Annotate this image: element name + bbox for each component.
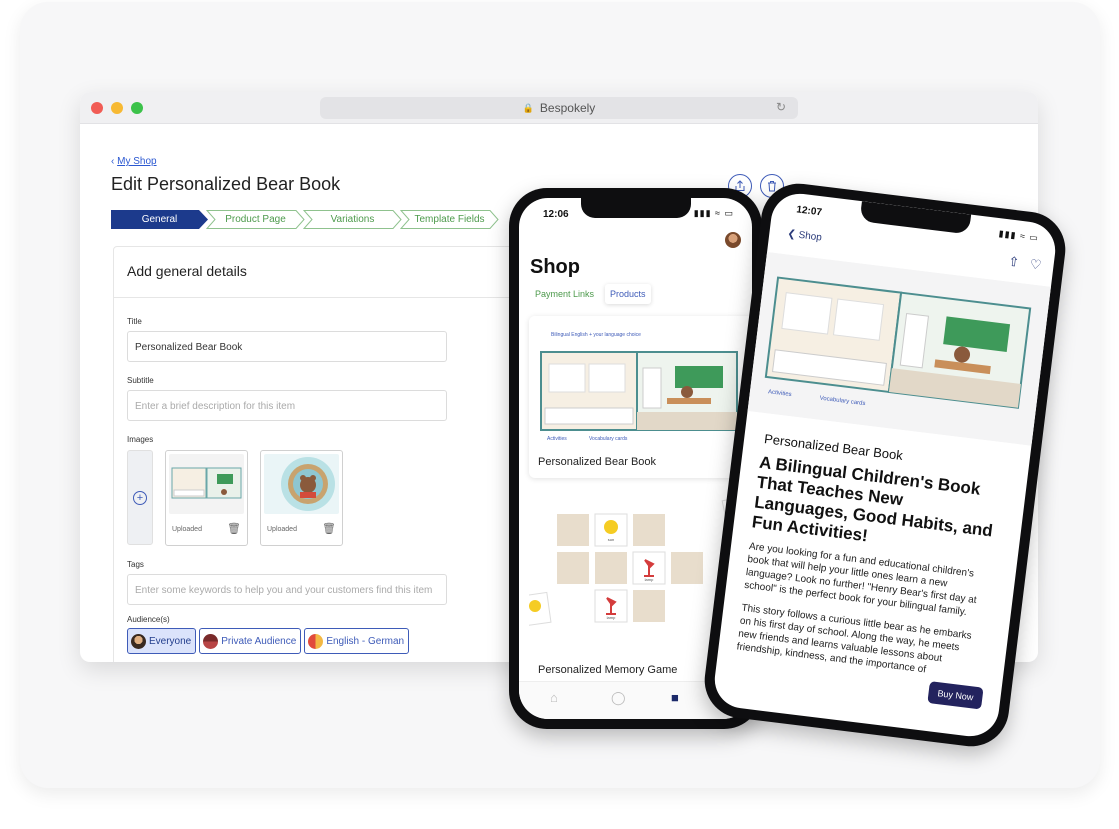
product-name: Personalized Memory Game — [538, 664, 678, 676]
book-spread-image: Bilingual English + your language choice… — [529, 316, 752, 446]
audience-label: Audience(s) — [127, 615, 170, 624]
product-description: Are you looking for a fun and educationa… — [736, 540, 984, 682]
flag-avatar — [308, 633, 324, 649]
step-variations[interactable]: Variations — [303, 210, 402, 229]
chevron-left-icon: ❮ — [786, 228, 797, 241]
status-icons: ▮▮▮ ≈ ▭ — [998, 228, 1040, 244]
product-detail-screen: 12:07 ▮▮▮ ≈ ▭ ❮ Shop ⇧ ♡ Activities Voca… — [711, 190, 1059, 740]
phone-notch — [859, 201, 972, 235]
images-label: Images — [127, 435, 154, 444]
tags-input[interactable]: Enter some keywords to help you and your… — [127, 574, 447, 605]
step-label: General — [141, 214, 178, 225]
avatar — [203, 633, 219, 649]
tab-products[interactable]: Products — [605, 284, 651, 304]
address-bar-text: Bespokely — [539, 101, 596, 115]
tags-label: Tags — [127, 560, 144, 569]
trash-icon[interactable]: 🗑 — [322, 522, 336, 535]
product-card[interactable]: Bilingual English + your language choice… — [529, 316, 752, 478]
image-caption: Bilingual English + your language choice — [551, 332, 641, 338]
panel-title: Add general details — [114, 247, 522, 298]
card-label: lamp — [645, 577, 654, 582]
shop-tabs: Payment Links Products — [530, 284, 651, 304]
lock-icon: 🔒 — [522, 102, 534, 113]
share-icon[interactable]: ⇧ — [1007, 254, 1020, 270]
upload-status: Uploaded — [267, 526, 297, 533]
maximize-window-button[interactable] — [131, 102, 143, 114]
step-label: Product Page — [225, 214, 286, 225]
trash-icon[interactable]: 🗑 — [227, 522, 241, 535]
chip-label: English - German — [326, 635, 405, 647]
product-detail-phone: 12:07 ▮▮▮ ≈ ▭ ❮ Shop ⇧ ♡ Activities Voca… — [700, 179, 1070, 751]
step-template-fields[interactable]: Template Fields — [400, 210, 499, 229]
audience-chip-private[interactable]: Private Audience — [199, 628, 302, 654]
title-label: Title — [127, 317, 142, 326]
status-icons: ▮▮▮ ≈ ▭ — [693, 208, 734, 218]
address-bar[interactable]: 🔒 Bespokely ↻ — [320, 97, 798, 119]
book-spread-image: Activities Vocabulary cards — [747, 252, 1051, 446]
subtitle-input[interactable]: Enter a brief description for this item — [127, 390, 447, 421]
back-label: Shop — [797, 229, 823, 244]
shop-bag-icon[interactable]: ■ — [671, 690, 679, 705]
general-details-panel: Add general details Title Personalized B… — [113, 246, 523, 662]
product-name: Personalized Bear Book — [538, 456, 657, 468]
book-spread-image — [169, 454, 244, 514]
step-label: Template Fields — [414, 214, 485, 225]
buy-now-button[interactable]: Buy Now — [927, 681, 984, 710]
bear-cover-image — [264, 454, 339, 514]
tab-payment-links[interactable]: Payment Links — [530, 284, 599, 304]
breadcrumb[interactable]: ‹ My Shop — [111, 156, 157, 167]
shop-title: Shop — [530, 256, 580, 278]
subtitle-label: Subtitle — [127, 376, 154, 385]
image-caption: Activities — [547, 436, 567, 442]
home-icon[interactable]: ⌂ — [550, 690, 558, 705]
image-thumbnail[interactable]: Uploaded 🗑 — [260, 450, 343, 546]
reload-icon[interactable]: ↻ — [776, 100, 786, 114]
step-product-page[interactable]: Product Page — [206, 210, 305, 229]
plus-icon: + — [133, 490, 147, 505]
image-caption: Vocabulary cards — [589, 436, 628, 442]
audience-chip-everyone[interactable]: Everyone — [127, 628, 197, 654]
avatar — [131, 633, 146, 649]
chat-icon[interactable]: ◯ — [611, 690, 626, 706]
status-time: 12:06 — [543, 209, 569, 220]
breadcrumb-link[interactable]: My Shop — [117, 156, 156, 167]
close-window-button[interactable] — [91, 102, 103, 114]
page-title: Edit Personalized Bear Book — [111, 174, 341, 194]
card-label: lamp — [607, 615, 616, 620]
title-input[interactable]: Personalized Bear Book — [127, 331, 447, 362]
audience-chip-english-german[interactable]: English - German — [304, 628, 410, 654]
step-general[interactable]: General — [111, 210, 208, 229]
card-label: sun — [608, 537, 614, 542]
avatar[interactable] — [725, 232, 741, 248]
header-actions: ⇧ ♡ — [1007, 254, 1042, 274]
step-label: Variations — [330, 214, 375, 225]
minimize-window-button[interactable] — [111, 102, 123, 114]
add-image-button[interactable]: + — [127, 450, 153, 545]
status-time: 12:07 — [795, 204, 823, 219]
heart-icon[interactable]: ♡ — [1029, 256, 1042, 272]
back-button[interactable]: ❮ Shop — [787, 228, 823, 243]
chip-label: Everyone — [149, 635, 192, 647]
chip-label: Private Audience — [221, 635, 297, 647]
phone-notch — [580, 198, 691, 218]
audience-chips: Everyone Private Audience English - Germ… — [127, 628, 410, 654]
upload-status: Uploaded — [172, 526, 202, 533]
image-thumbnail[interactable]: Uploaded 🗑 — [165, 450, 248, 546]
browser-titlebar: 🔒 Bespokely ↻ — [80, 92, 1038, 124]
product-hero-image: Activities Vocabulary cards — [747, 252, 1051, 446]
